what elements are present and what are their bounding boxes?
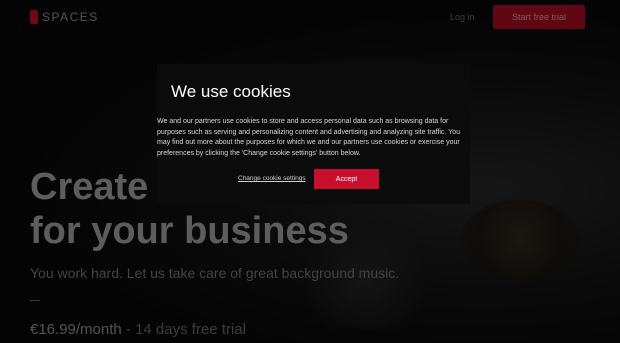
- accept-cookies-button[interactable]: Accept: [314, 169, 379, 189]
- cookie-consent-dialog: We use cookies We and our partners use c…: [157, 64, 470, 204]
- cookie-dialog-title: We use cookies: [171, 82, 291, 101]
- change-cookie-settings-link[interactable]: Change cookie settings: [238, 175, 306, 182]
- cookie-dialog-body: We and our partners use cookies to store…: [157, 118, 461, 157]
